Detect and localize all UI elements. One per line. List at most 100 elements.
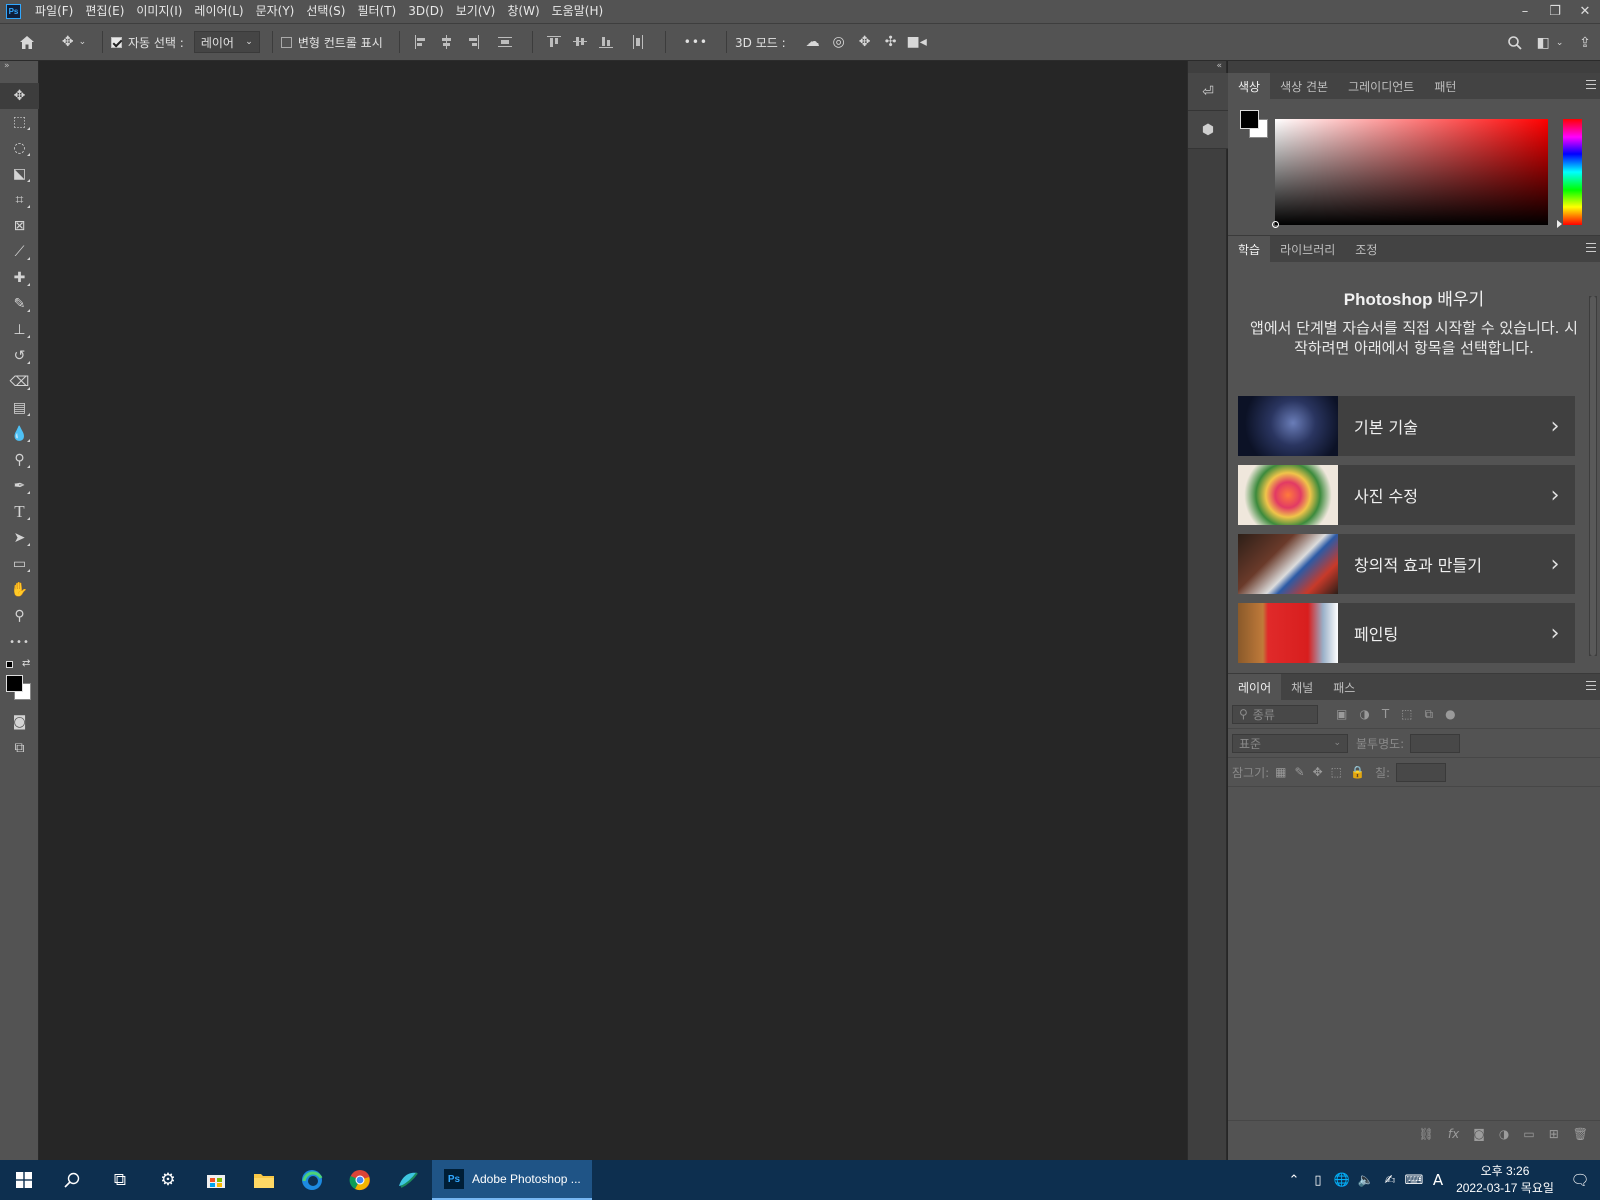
menu-item[interactable]: 편집(E) <box>79 0 130 23</box>
auto-select-checkbox[interactable]: 자동 선택 : <box>111 23 184 61</box>
default-colors-icon[interactable] <box>6 661 13 668</box>
color-panel-tab[interactable]: 색상 <box>1228 73 1271 99</box>
color-panel-tab[interactable]: 패턴 <box>1424 73 1466 99</box>
snipping-tool-button[interactable] <box>384 1160 432 1200</box>
marquee-tool[interactable]: ⬚ <box>0 109 39 135</box>
file-explorer-button[interactable] <box>240 1160 288 1200</box>
new-layer-icon[interactable]: ⊞ <box>1549 1127 1559 1141</box>
menu-item[interactable]: 창(W) <box>501 0 545 23</box>
image-filter-icon[interactable]: ▣ <box>1336 707 1347 721</box>
color-picker-field[interactable] <box>1272 119 1548 228</box>
pan-3d-icon[interactable]: ✥ <box>852 23 878 61</box>
link-layers-icon[interactable]: ⛓ <box>1419 1127 1434 1141</box>
pen-icon[interactable]: ✍ <box>1378 1173 1402 1188</box>
scale-3d-icon[interactable]: ■◂ <box>904 23 930 61</box>
edit-toolbar[interactable]: ••• <box>0 629 39 655</box>
pen-tool[interactable]: ✒ <box>0 473 39 499</box>
menu-item[interactable]: 파일(F) <box>29 0 79 23</box>
learn-scrollbar[interactable] <box>1589 296 1597 656</box>
menu-item[interactable]: 보기(V) <box>450 0 502 23</box>
network-icon[interactable]: 🌐 <box>1330 1173 1354 1188</box>
task-view-button[interactable]: ⧉ <box>96 1160 144 1200</box>
filter-toggle-icon[interactable]: ● <box>1445 707 1455 721</box>
edge-browser-button[interactable] <box>288 1160 336 1200</box>
brush-tool[interactable]: ✎ <box>0 291 39 317</box>
new-adjustment-icon[interactable]: ◑ <box>1499 1127 1509 1141</box>
layer-kind-filter[interactable]: ⚲ 종류 <box>1232 704 1318 724</box>
menu-item[interactable]: 필터(T) <box>351 0 402 23</box>
object-select-tool[interactable]: ⬕ <box>0 161 39 187</box>
clone-stamp-tool[interactable]: ⊥ <box>0 317 39 343</box>
add-mask-icon[interactable]: ◙ <box>1473 1127 1485 1141</box>
learn-card[interactable]: 창의적 효과 만들기 › <box>1238 534 1575 594</box>
learn-panel-tab[interactable]: 조정 <box>1345 236 1387 262</box>
learn-scrollbar-thumb[interactable] <box>1590 296 1596 656</box>
menu-item[interactable]: 이미지(I) <box>130 0 188 23</box>
roll-3d-icon[interactable]: ◎ <box>826 23 852 61</box>
type-tool[interactable]: T <box>0 499 39 525</box>
screen-mode-button[interactable]: ⧉ <box>0 735 39 761</box>
layers-list[interactable] <box>1228 787 1600 1137</box>
crop-tool[interactable]: ⌗ <box>0 187 39 213</box>
store-button[interactable] <box>192 1160 240 1200</box>
learn-card[interactable]: 기본 기술 › <box>1238 396 1575 456</box>
panel-menu-icon[interactable] <box>1586 681 1596 690</box>
lasso-tool[interactable]: ◌ <box>0 135 39 161</box>
ime-indicator[interactable]: A <box>1426 1171 1450 1189</box>
learn-card[interactable]: 페인팅 › <box>1238 603 1575 663</box>
search-button[interactable] <box>1500 24 1530 62</box>
search-button[interactable] <box>48 1160 96 1200</box>
menu-item[interactable]: 선택(S) <box>300 0 351 23</box>
close-button[interactable]: ✕ <box>1570 0 1600 23</box>
share-button[interactable]: ⇪ <box>1570 24 1600 62</box>
panel-menu-icon[interactable] <box>1586 80 1596 89</box>
menu-item[interactable]: 문자(Y) <box>250 0 301 23</box>
collapse-dock-icon[interactable]: « <box>1188 61 1226 73</box>
rectangle-tool[interactable]: ▭ <box>0 551 39 577</box>
align-bottom-icon[interactable] <box>598 35 613 49</box>
history-brush-tool[interactable]: ↺ <box>0 343 39 369</box>
new-group-icon[interactable]: ▭ <box>1523 1127 1534 1141</box>
color-panel-foreground-swatch[interactable] <box>1240 110 1259 129</box>
quick-mask-button[interactable]: ◙ <box>0 709 39 735</box>
dodge-tool[interactable]: ⚲ <box>0 447 39 473</box>
restore-button[interactable]: ❐ <box>1540 0 1570 23</box>
foreground-color-swatch[interactable] <box>6 675 23 692</box>
lock-position-icon[interactable]: ✥ <box>1313 765 1323 779</box>
align-horizontal-center-icon[interactable] <box>440 35 454 49</box>
collapse-tools-icon[interactable]: » <box>0 61 38 73</box>
color-picker-cursor[interactable] <box>1272 221 1279 228</box>
volume-muted-icon[interactable]: 🔈 <box>1354 1173 1378 1188</box>
orbit-3d-icon[interactable]: ☁ <box>800 23 826 61</box>
transform-controls-checkbox[interactable]: 변형 컨트롤 표시 <box>280 23 383 61</box>
eyedropper-tool[interactable]: ⟋ <box>0 239 39 265</box>
layer-style-icon[interactable]: fx <box>1448 1127 1459 1141</box>
keyboard-icon[interactable]: ⌨ <box>1402 1173 1426 1188</box>
color-panel-tab[interactable]: 색상 견본 <box>1270 73 1338 99</box>
chevron-up-icon[interactable]: ⌃ <box>1282 1173 1306 1188</box>
notification-icon[interactable]: 🗨 <box>1560 1171 1600 1189</box>
photoshop-logo-icon[interactable]: Ps <box>6 4 21 19</box>
blur-tool[interactable]: 💧 <box>0 421 39 447</box>
layers-panel-tab[interactable]: 채널 <box>1281 674 1323 700</box>
menu-item[interactable]: 3D(D) <box>402 0 449 23</box>
opacity-input[interactable] <box>1410 733 1461 753</box>
3d-panel-button[interactable]: ⬢ <box>1188 111 1228 149</box>
type-filter-icon[interactable]: T <box>1382 707 1389 721</box>
frame-tool[interactable]: ⊠ <box>0 213 39 239</box>
smart-object-filter-icon[interactable]: ⧉ <box>1425 707 1434 722</box>
layers-panel-tab[interactable]: 패스 <box>1323 674 1365 700</box>
clock[interactable]: 오후 3:26 2022-03-17 목요일 <box>1450 1163 1560 1197</box>
learn-panel-tab[interactable]: 라이브러리 <box>1270 236 1345 262</box>
zoom-tool[interactable]: ⚲ <box>0 603 39 629</box>
align-vertical-center-icon[interactable] <box>572 35 587 49</box>
menu-item[interactable]: 레이어(L) <box>188 0 249 23</box>
settings-button[interactable]: ⚙ <box>144 1160 192 1200</box>
learn-panel-tab[interactable]: 학습 <box>1228 236 1271 262</box>
start-button[interactable] <box>0 1160 48 1200</box>
eraser-tool[interactable]: ⌫ <box>0 369 39 395</box>
layers-panel-tab[interactable]: 레이어 <box>1228 674 1282 700</box>
blend-mode-dropdown[interactable]: 표준 ⌄ <box>1232 733 1348 753</box>
delete-layer-icon[interactable]: 🗑 <box>1573 1127 1588 1141</box>
home-button[interactable] <box>0 23 54 61</box>
